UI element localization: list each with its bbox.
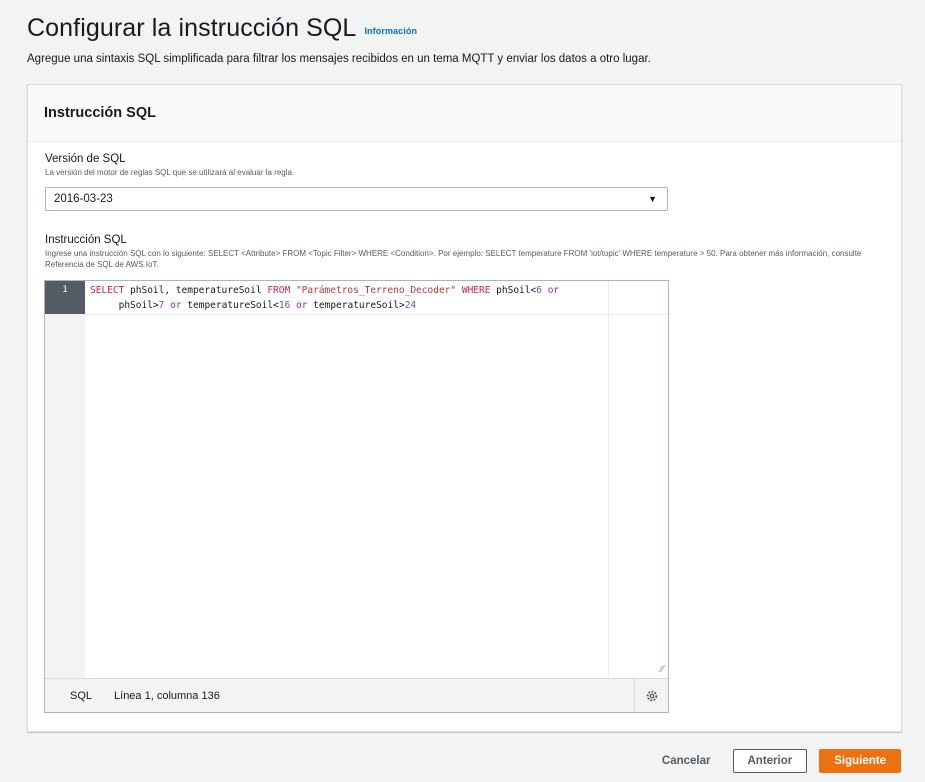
code-token: 24 <box>404 300 417 311</box>
code-line-2: phSoil>7 or temperatureSoil<16 or temper… <box>90 300 417 311</box>
next-button[interactable]: Siguiente <box>819 749 901 773</box>
sql-version-select[interactable]: 2016-03-23 ▼ <box>45 187 668 211</box>
page-header: Configurar la instrucción SQL Informació… <box>27 14 905 65</box>
sql-statement-card: Instrucción SQL Versión de SQL La versió… <box>27 84 902 732</box>
caret-down-icon: ▼ <box>648 194 657 204</box>
editor-language-mode: SQL <box>70 689 93 702</box>
code-token: SELECT <box>90 285 125 296</box>
code-line-1: SELECT phSoil, temperatureSoil FROM "Par… <box>90 285 559 296</box>
code-token: phSoil, temperatureSoil <box>124 285 268 296</box>
code-token: or <box>547 285 560 296</box>
previous-button[interactable]: Anterior <box>732 749 808 773</box>
sql-statement-field: Instrucción SQL Ingrese una instrucción … <box>45 234 885 270</box>
print-margin <box>608 281 609 679</box>
code-token: WHERE <box>461 285 491 296</box>
sql-version-label: Versión de SQL <box>45 153 126 165</box>
code-token: 16 <box>278 300 291 311</box>
code-token: FROM <box>267 285 291 296</box>
line-number: 1 <box>45 281 85 314</box>
code-token: phSoil< <box>490 285 537 296</box>
code-token: or <box>170 300 182 311</box>
wizard-footer: Cancelar Anterior Siguiente <box>652 749 901 773</box>
sql-code-editor[interactable]: 1 SELECT phSoil, temperatureSoil FROM "P… <box>44 280 669 713</box>
sql-version-description: La versión del motor de reglas SQL que s… <box>45 168 295 177</box>
editor-status-bar: SQL Línea 1, columna 136 <box>45 678 668 712</box>
sql-statement-description: Ingrese una instrucción SQL con lo sigui… <box>45 249 862 269</box>
page-description: Agregue una sintaxis SQL simplificada pa… <box>27 53 651 65</box>
card-header: Instrucción SQL <box>28 85 901 142</box>
code-token: phSoil> <box>118 300 159 311</box>
sql-version-value: 2016-03-23 <box>54 193 113 205</box>
code-text[interactable]: SELECT phSoil, temperatureSoil FROM "Par… <box>90 283 608 313</box>
code-token: "Parámetros_Terreno_Decoder" <box>295 285 457 296</box>
code-token: temperatureSoil< <box>181 300 279 311</box>
editor-settings-button[interactable] <box>634 679 668 712</box>
code-token: or <box>296 300 308 311</box>
info-link[interactable]: Información <box>364 26 417 36</box>
card-title: Instrucción SQL <box>44 105 156 121</box>
code-token: temperatureSoil> <box>307 300 405 311</box>
page-title-row: Configurar la instrucción SQL Informació… <box>27 14 905 43</box>
resize-handle-icon[interactable]: ∕∕ <box>661 664 664 675</box>
gear-icon <box>646 690 657 701</box>
sql-statement-label: Instrucción SQL <box>45 234 127 246</box>
editor-cursor-position: Línea 1, columna 136 <box>114 689 220 702</box>
cancel-button[interactable]: Cancelar <box>652 749 721 773</box>
sql-version-field: Versión de SQL La versión del motor de r… <box>45 153 294 178</box>
page-title: Configurar la instrucción SQL <box>27 14 357 42</box>
editor-gutter <box>45 281 85 679</box>
